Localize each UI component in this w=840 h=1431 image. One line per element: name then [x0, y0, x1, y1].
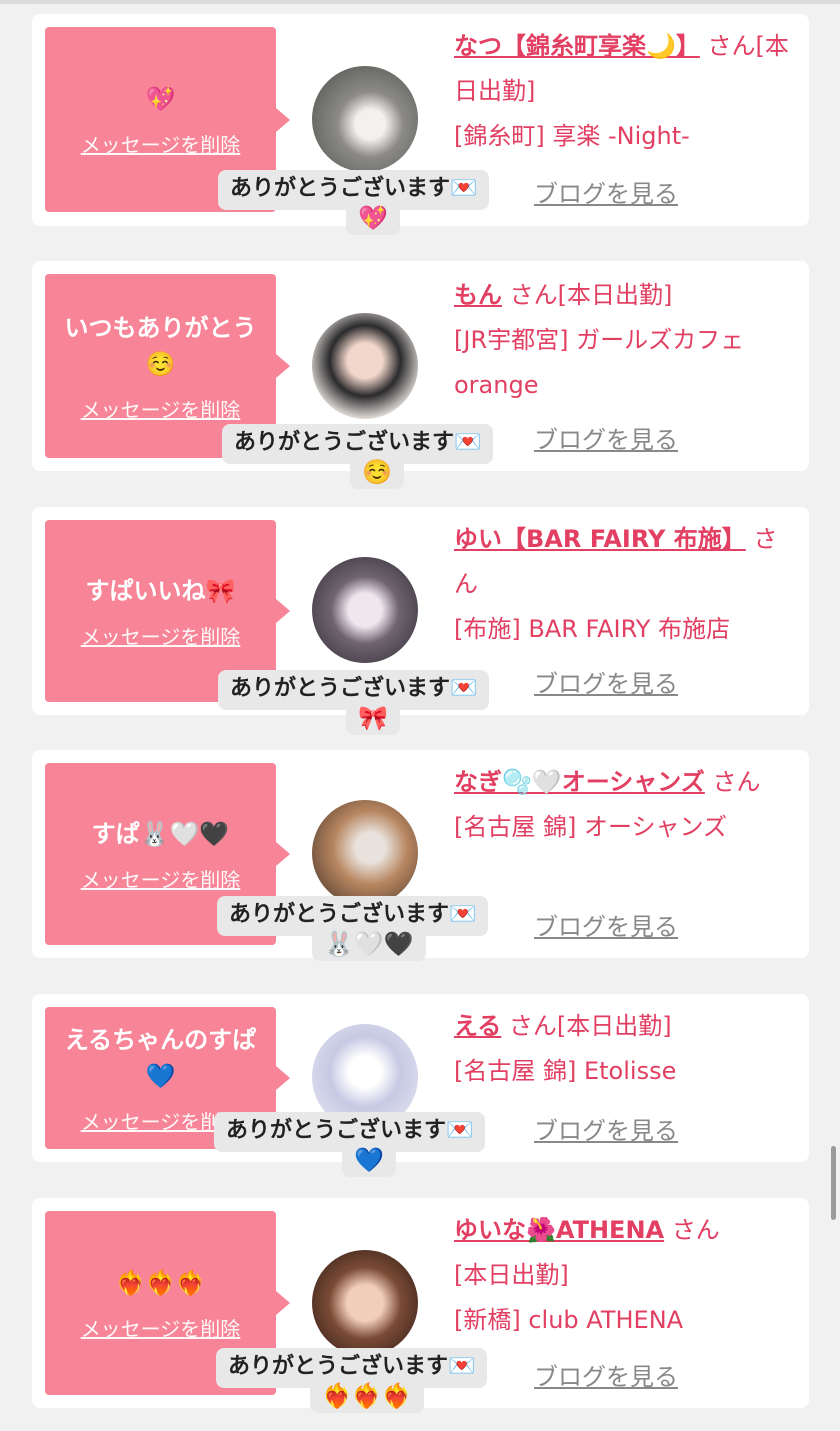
honorific: さん [508, 1012, 557, 1040]
shop-name: [布施] BAR FAIRY 布施店 [454, 615, 731, 643]
honorific: さん [707, 32, 756, 60]
profile-info: なつ【錦糸町享楽🌙】 さん[本日出勤] [錦糸町] 享楽 -Night- [454, 24, 794, 159]
message-text: すぱ🐰🤍🖤 [91, 819, 230, 848]
work-status: [本日出勤] [454, 1261, 569, 1289]
shop-name: [新橋] club ATHENA [454, 1306, 684, 1334]
view-blog-link[interactable]: ブログを見る [534, 1357, 678, 1392]
reply-emoji: ☺️ [350, 455, 404, 489]
delete-message-link[interactable]: メッセージを削除 [81, 1313, 241, 1342]
reply-emoji: 💙 [342, 1143, 396, 1177]
avatar[interactable] [312, 800, 418, 906]
reply-emoji: 🎀 [346, 701, 400, 735]
shop-name: [JR宇都宮] ガールズカフェorange [454, 326, 745, 399]
message-text: えるちゃんのすぱ💙 [64, 1025, 257, 1090]
view-blog-link[interactable]: ブログを見る [534, 1111, 678, 1146]
shop-name: [名古屋 錦] Etolisse [454, 1057, 677, 1085]
profile-info: ゆい【BAR FAIRY 布施】 さん [布施] BAR FAIRY 布施店 [454, 517, 794, 652]
message-text: ❤️‍🔥❤️‍🔥❤️‍🔥 [115, 1268, 206, 1297]
profile-info: なぎ🫧🤍オーシャンズ さん [名古屋 錦] オーシャンズ [454, 760, 794, 850]
scrollbar[interactable] [831, 1146, 836, 1220]
view-blog-link[interactable]: ブログを見る [534, 907, 678, 942]
honorific: さん [712, 768, 761, 796]
message-text: いつもありがとう☺️ [64, 313, 257, 378]
cast-name-link[interactable]: もん [454, 281, 502, 309]
shop-name: [錦糸町] 享楽 -Night- [454, 122, 690, 150]
reply-emoji: 🐰🤍🖤 [312, 927, 426, 961]
avatar[interactable] [312, 557, 418, 663]
shop-name: [名古屋 錦] オーシャンズ [454, 813, 728, 841]
profile-info: ゆいな🌺ATHENA さん [本日出勤] [新橋] club ATHENA [454, 1208, 794, 1343]
view-blog-link[interactable]: ブログを見る [534, 420, 678, 455]
cast-name-link[interactable]: ゆい【BAR FAIRY 布施】 [454, 525, 746, 553]
reply-emoji: 💖 [346, 201, 400, 235]
work-status: [本日出勤] [556, 1012, 672, 1040]
honorific: さん [509, 281, 558, 309]
profile-info: える さん[本日出勤] [名古屋 錦] Etolisse [454, 1004, 794, 1094]
avatar[interactable] [312, 66, 418, 172]
view-blog-link[interactable]: ブログを見る [534, 174, 678, 209]
honorific: さん [671, 1216, 720, 1244]
cast-name-link[interactable]: なつ【錦糸町享楽🌙】 [454, 32, 700, 60]
delete-message-link[interactable]: メッセージを削除 [81, 621, 241, 650]
message-text: 💖 [145, 85, 176, 113]
view-blog-link[interactable]: ブログを見る [534, 664, 678, 699]
message-text: すぱいいね🎀 [85, 576, 236, 605]
delete-message-link[interactable]: メッセージを削除 [81, 394, 241, 423]
cast-name-link[interactable]: ゆいな🌺ATHENA [454, 1216, 664, 1244]
avatar[interactable] [312, 313, 418, 419]
reply-emoji: ❤️‍🔥❤️‍🔥❤️‍🔥 [310, 1379, 424, 1413]
cast-name-link[interactable]: える [454, 1012, 501, 1040]
avatar[interactable] [312, 1250, 418, 1356]
delete-message-link[interactable]: メッセージを削除 [81, 129, 241, 158]
top-divider [0, 0, 840, 4]
profile-info: もん さん[本日出勤] [JR宇都宮] ガールズカフェorange [454, 273, 794, 408]
work-status: [本日出勤] [557, 281, 673, 309]
cast-name-link[interactable]: なぎ🫧🤍オーシャンズ [454, 768, 705, 796]
delete-message-link[interactable]: メッセージを削除 [81, 864, 241, 893]
